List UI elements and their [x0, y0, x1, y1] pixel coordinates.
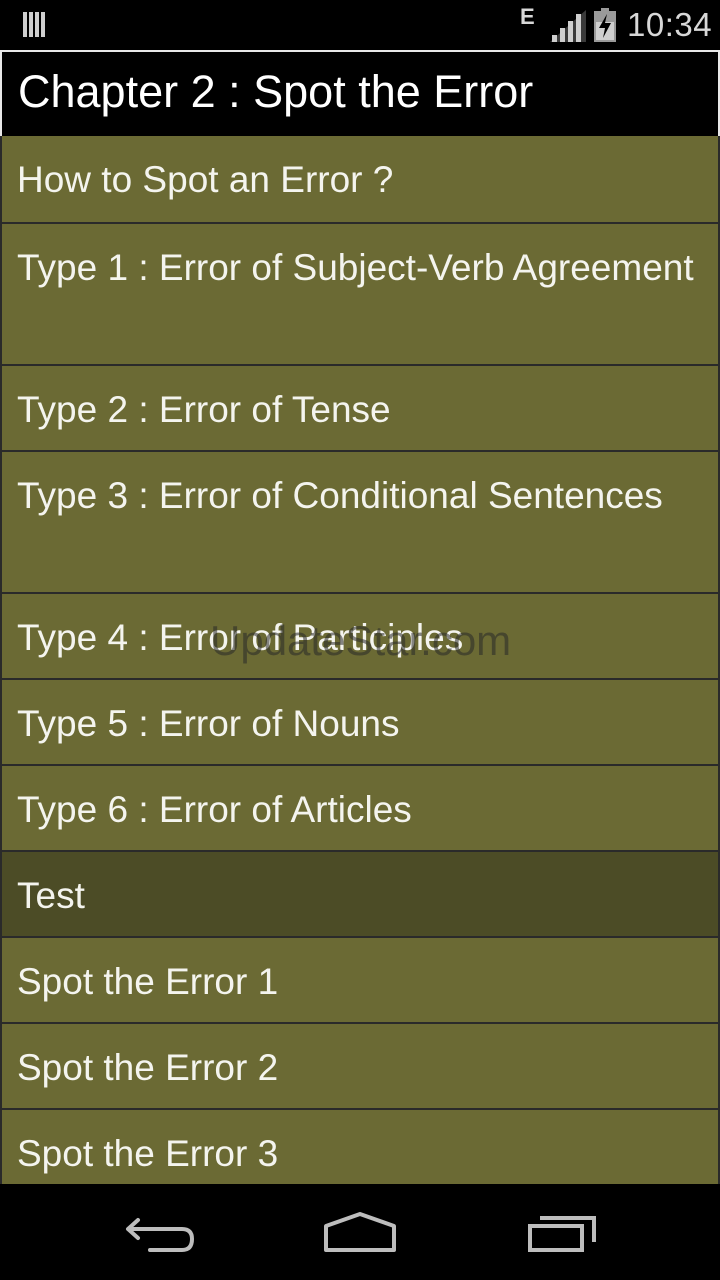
list-item[interactable]: Type 5 : Error of Nouns	[2, 680, 718, 764]
signal-icon	[550, 10, 586, 42]
list-item[interactable]: Type 4 : Error of Participles	[2, 594, 718, 678]
back-icon	[126, 1218, 195, 1252]
list-item[interactable]: Spot the Error 1	[2, 938, 718, 1022]
recent-apps-button[interactable]	[512, 1202, 612, 1262]
list-item-label: How to Spot an Error ?	[17, 159, 394, 200]
list-item-label: Spot the Error 2	[17, 1047, 279, 1088]
status-bar: E 10:34	[0, 0, 720, 50]
list-item[interactable]: Type 6 : Error of Articles	[2, 766, 718, 850]
section-header-label: Test	[17, 875, 85, 916]
navigation-bar	[0, 1184, 720, 1280]
battery-charging-icon	[594, 8, 616, 42]
list-item-label: Spot the Error 3	[17, 1133, 279, 1174]
section-header-test: Test	[2, 852, 718, 936]
list-item-label: Type 6 : Error of Articles	[17, 789, 412, 830]
list-item-label: Type 5 : Error of Nouns	[17, 703, 400, 744]
back-button[interactable]	[110, 1202, 210, 1262]
list-item-label: Type 3 : Error of Conditional Sentences	[17, 475, 663, 516]
list-item[interactable]: How to Spot an Error ?	[2, 136, 718, 222]
network-type: E	[520, 4, 535, 29]
list-item[interactable]: Type 3 : Error of Conditional Sentences	[2, 452, 718, 592]
list-item[interactable]: Spot the Error 2	[2, 1024, 718, 1108]
list-item-label: Type 2 : Error of Tense	[17, 389, 391, 430]
screen: E 10:34 Chapter 2 : Spot the Error How t…	[0, 0, 720, 1280]
list-item[interactable]: Spot the Error 3	[2, 1110, 718, 1184]
home-button[interactable]	[310, 1202, 410, 1262]
list-item[interactable]: Type 1 : Error of Subject-Verb Agreement	[2, 224, 718, 364]
action-bar: Chapter 2 : Spot the Error	[0, 50, 720, 136]
list-item-label: Spot the Error 1	[17, 961, 279, 1002]
list-item-label: Type 4 : Error of Participles	[17, 617, 464, 658]
clock: 10:34	[627, 6, 713, 43]
list-item[interactable]: Type 2 : Error of Tense	[2, 366, 718, 450]
page-title: Chapter 2 : Spot the Error	[18, 66, 534, 117]
list-item-label: Type 1 : Error of Subject-Verb Agreement	[17, 247, 694, 288]
recent-apps-icon	[528, 1216, 596, 1252]
chapter-list[interactable]: How to Spot an Error ? Type 1 : Error of…	[0, 136, 720, 1184]
home-icon	[324, 1212, 396, 1252]
notification-bars-icon	[23, 12, 45, 37]
